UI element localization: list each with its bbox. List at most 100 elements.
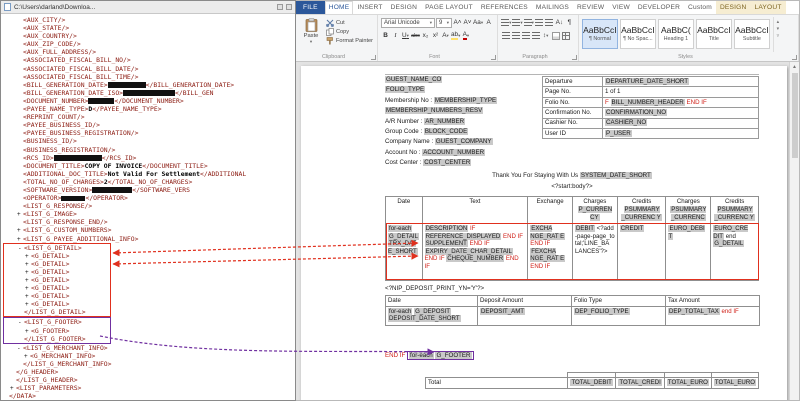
style-name: Subtitle	[742, 36, 761, 42]
align-left-button[interactable]	[501, 31, 510, 41]
xml-tag: </LIST_G_DETAIL>	[24, 308, 86, 317]
detail-cell: for-each G_DETAIL TRX_DAT E_SHORT	[385, 222, 423, 281]
align-center-button[interactable]	[511, 31, 520, 41]
tab-developer[interactable]: DEVELOPER	[634, 1, 684, 14]
text-effects-button[interactable]: A ▾	[441, 31, 450, 41]
xml-body: <AUX_CITY/> <AUX_STATE/> <AUX_COUNTRY/> …	[1, 14, 295, 400]
font-color-button[interactable]: A ▾	[461, 31, 470, 41]
template-field: FOLIO_TYPE	[385, 86, 426, 94]
italic-button[interactable]: I	[391, 31, 400, 41]
scrollbar-thumb[interactable]	[791, 73, 798, 158]
style-card[interactable]: AaBbCcI ¶ No Spac...	[619, 19, 656, 49]
clear-formatting-button[interactable]: A	[484, 18, 493, 28]
style-preview: AaBbCcI	[583, 25, 617, 35]
bold-button[interactable]: B	[381, 31, 390, 41]
styles-scroll-up-button[interactable]: ▴	[777, 19, 780, 25]
styles-more-button[interactable]: ▿	[777, 33, 780, 39]
copy-button[interactable]: Copy	[326, 28, 373, 36]
xml-line: + <G_MERCHANT_INFO>	[3, 352, 295, 360]
template-field: EXPIRY_DATE_CHAR_DETAIL	[424, 247, 513, 255]
screenshot-root: C:\Users\darland\Downloa... <AUX_CITY/> …	[0, 0, 800, 401]
grow-font-button[interactable]: A˄	[453, 18, 462, 28]
header-left-row: GUEST_NAME_CO	[385, 76, 542, 86]
xml-tag: <DOCUMENT_TITLE>	[23, 161, 85, 170]
outdent-icon	[535, 19, 544, 26]
tab-home[interactable]: HOME	[324, 1, 354, 14]
tab-view[interactable]: VIEW	[608, 1, 634, 14]
shading-button[interactable]	[551, 31, 560, 41]
style-card[interactable]: AaBbC(Heading 1	[657, 19, 694, 49]
template-field: EXCHA NGE_RAT E	[530, 224, 566, 240]
document-page[interactable]: GUEST_NAME_CO FOLIO_TYPE Membership No : M…	[301, 66, 787, 400]
paragraph-dialog-launcher[interactable]	[571, 55, 577, 60]
bullets-button[interactable]: ▾	[501, 18, 511, 28]
styles-dialog-launcher[interactable]	[792, 55, 797, 60]
xml-tag: <BILL_GENERATION_DATE>	[23, 80, 108, 89]
tab-design[interactable]: DESIGN	[715, 1, 751, 14]
style-card[interactable]: AaBbCcI ¶ Normal	[581, 19, 618, 49]
sort-button[interactable]: A↓	[555, 18, 564, 28]
highlight-button[interactable]: ab ▾	[451, 31, 460, 41]
deposit-condition-marker: <?NIP_DEPOSIT_PRINT_YN='Y'?>	[385, 284, 485, 292]
show-paragraph-marks-button[interactable]: ¶	[565, 18, 574, 28]
tab-layout[interactable]: LAYOUT	[750, 1, 786, 14]
style-card[interactable]: AaBbCcI Title	[695, 19, 732, 49]
font-size-combo[interactable]: 9 ▾	[436, 17, 452, 28]
column-header: Exchange	[527, 195, 573, 224]
style-card[interactable]: AaBbCcI Subtitle	[733, 19, 770, 49]
xml-tag: <ASSOCIATED_FISCAL_BILL_DATE/>	[23, 64, 139, 73]
xml-tag: <LIST_G_DETAIL>	[24, 243, 82, 252]
paste-button[interactable]: Paste ▾	[299, 17, 323, 52]
shrink-font-button[interactable]: A˅	[463, 18, 472, 28]
decrease-indent-button[interactable]	[535, 18, 544, 28]
text: :	[418, 148, 421, 156]
format-painter-button[interactable]: Format Painter	[326, 37, 373, 45]
tab-custom[interactable]: Custom	[684, 1, 716, 14]
template-field: MEMBERSHIP_NUMBERS_RESV	[385, 107, 484, 115]
xml-tag: <G_FOOTER>	[31, 326, 70, 335]
column-header: Charges PSUMMARY _CURRENC	[665, 195, 712, 224]
conditional-token: END IF	[424, 255, 445, 263]
template-field: for-each	[388, 224, 413, 232]
tab-references[interactable]: REFERENCES	[477, 1, 532, 14]
window-close-button[interactable]	[286, 4, 292, 10]
superscript-button[interactable]: x²	[431, 31, 440, 41]
tab-design[interactable]: DESIGN	[387, 1, 421, 14]
line-spacing-button[interactable]: ↕ ▾	[541, 31, 550, 41]
subscript-button[interactable]: x₂	[421, 31, 430, 41]
font-dialog-launcher[interactable]	[491, 55, 497, 60]
header-table: Departure DEPARTURE_DATE_SHORT Page No. 1 o…	[542, 75, 759, 140]
underline-button[interactable]: U ▾	[401, 31, 410, 41]
document-area[interactable]: GUEST_NAME_CO FOLIO_TYPE Membership No : M…	[296, 62, 799, 400]
tab-page-layout[interactable]: PAGE LAYOUT	[421, 1, 477, 14]
main-table: Date Text Exchange Charges P_CURREN CY Credit…	[385, 195, 759, 281]
cut-button[interactable]: Cut	[326, 19, 373, 27]
tab-insert[interactable]: INSERT	[353, 1, 386, 14]
scroll-up-icon[interactable]: ▲	[792, 62, 797, 71]
style-name: ¶ No Spac...	[623, 36, 653, 42]
template-field: TOTAL_DEBIT	[570, 378, 613, 386]
align-right-button[interactable]	[521, 31, 530, 41]
tab-file[interactable]: FILE	[296, 1, 325, 14]
window-minimize-button[interactable]	[277, 4, 283, 10]
header-row: User ID P_USER	[542, 127, 759, 140]
header-label: Folio No.	[542, 96, 603, 109]
copy-label: Copy	[336, 29, 350, 35]
xml-line: <OPERATOR> </OPERATOR>	[3, 194, 295, 202]
change-case-button[interactable]: Aa ▾	[473, 18, 483, 28]
numbering-button[interactable]: ▾	[512, 18, 523, 28]
styles-scroll-down-button[interactable]: ▾	[777, 26, 780, 32]
xml-line: + <LIST_G_CUSTOM_NUMBERS>	[3, 226, 295, 234]
xml-line: <BUSINESS_ID/>	[3, 137, 295, 145]
header-row: Folio No. F BILL_NUMBER_HEADER END IF	[542, 96, 759, 109]
strikethrough-button[interactable]: abc	[411, 31, 420, 41]
justify-button[interactable]	[531, 31, 540, 41]
multilevel-list-button[interactable]: ▾	[523, 18, 534, 28]
vertical-scrollbar[interactable]: ▲	[789, 62, 799, 400]
increase-indent-button[interactable]	[545, 18, 554, 28]
tab-review[interactable]: REVIEW	[573, 1, 608, 14]
borders-button[interactable]	[561, 31, 570, 41]
tab-mailings[interactable]: MAILINGS	[532, 1, 573, 14]
clipboard-dialog-launcher[interactable]	[371, 55, 376, 60]
font-name-combo[interactable]: Arial Unicode ▾	[381, 17, 435, 28]
